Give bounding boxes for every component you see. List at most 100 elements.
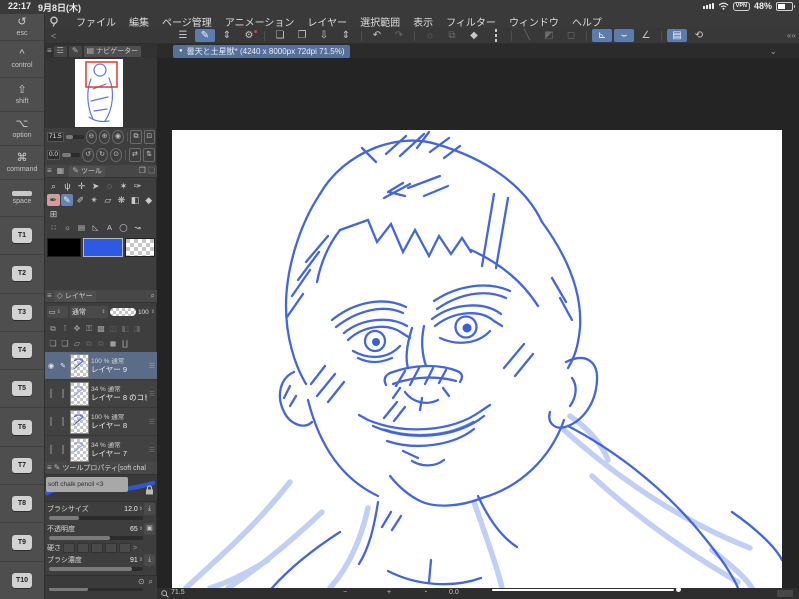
register-initial-icon[interactable]: ⤓ bbox=[144, 503, 155, 515]
fill-tool[interactable]: ◆ bbox=[142, 194, 155, 206]
main-color-swatch[interactable] bbox=[47, 237, 81, 257]
edge-key-t3[interactable]: T3 bbox=[0, 294, 44, 332]
blend-mode-dropdown[interactable]: 通常 ⇕ bbox=[69, 306, 108, 318]
divider-icon[interactable]: ◨ bbox=[131, 322, 143, 335]
layer-menu-icon[interactable]: ☰ bbox=[149, 362, 156, 370]
layer-menu-icon[interactable]: ☰ bbox=[149, 446, 156, 454]
balloon-tool[interactable]: ◯ bbox=[117, 222, 130, 234]
visibility-eye-icon[interactable]: ◉ bbox=[46, 362, 56, 370]
menu-animation[interactable]: アニメーション bbox=[225, 14, 295, 29]
lock-transparent-icon[interactable]: ▩ bbox=[95, 322, 107, 335]
line-correction-tool[interactable]: ↝ bbox=[131, 222, 144, 234]
gradient-tool[interactable]: ◧ bbox=[129, 194, 142, 206]
save-chevrons-icon[interactable]: ⇕ bbox=[336, 29, 356, 42]
copy-icon[interactable]: ⧉ bbox=[442, 29, 462, 42]
density-initial-icon[interactable]: ⤓ bbox=[144, 554, 155, 566]
figure-tool[interactable]: ⊞ bbox=[47, 208, 60, 220]
deselect-icon[interactable]: ╲ bbox=[517, 29, 537, 42]
snap-to-special-ruler-icon[interactable]: ⌣ bbox=[614, 29, 634, 42]
rotate-right-icon[interactable]: ↻ bbox=[96, 148, 109, 162]
opacity-slider[interactable] bbox=[109, 308, 136, 316]
settings-gear-icon[interactable]: ⚙ bbox=[239, 29, 259, 42]
zoom-tool[interactable]: ⌕ bbox=[47, 180, 60, 192]
tab-navigator[interactable]: ▤ ナビゲーター bbox=[83, 45, 142, 57]
subtool-tab-icon[interactable]: ❐ bbox=[139, 166, 146, 176]
processing-icon[interactable]: ☼ bbox=[420, 29, 440, 42]
pen-tool[interactable]: ✒ bbox=[47, 194, 60, 206]
auto-select-tool[interactable]: ✶ bbox=[117, 180, 130, 192]
text-tool[interactable]: A bbox=[103, 222, 116, 234]
navigator-preview[interactable] bbox=[45, 58, 157, 128]
touch-pen-mode-icon[interactable]: ✎ bbox=[195, 29, 215, 42]
hardness-segment[interactable] bbox=[77, 543, 89, 553]
subtool-tab2-icon[interactable]: ❏ bbox=[148, 166, 155, 176]
menu-view[interactable]: 表示 bbox=[413, 14, 433, 29]
object-tool[interactable]: ➤ bbox=[89, 180, 102, 192]
layer-row[interactable]: 100 % 通常 レイヤー 8 ☰ bbox=[45, 408, 157, 436]
visibility-checkbox[interactable] bbox=[50, 389, 52, 398]
zoom-out-button[interactable]: − bbox=[343, 589, 347, 596]
merge-layer-icon[interactable]: ⧉ bbox=[95, 337, 107, 350]
new-vector-layer-icon[interactable]: ❑ bbox=[59, 337, 71, 350]
fit-button[interactable]: ▪ bbox=[425, 589, 427, 595]
reset-rotation-icon[interactable]: ⊙ bbox=[110, 148, 123, 162]
menu-page[interactable]: ページ管理 bbox=[162, 14, 212, 29]
brush-density-slider[interactable] bbox=[49, 567, 143, 571]
edge-key-space[interactable]: space bbox=[0, 180, 44, 217]
opacity-value[interactable]: 100 bbox=[138, 309, 149, 316]
panel-collapse-icon[interactable]: < bbox=[45, 31, 56, 41]
rotate-left-icon[interactable]: ↺ bbox=[82, 148, 95, 162]
reference-layer-icon[interactable]: ⊺ bbox=[59, 322, 71, 335]
visibility-checkbox[interactable] bbox=[50, 445, 52, 454]
menu-file[interactable]: ファイル bbox=[76, 14, 116, 29]
palette-menu-icon[interactable]: ≡ bbox=[47, 291, 52, 301]
fill-bucket-icon[interactable]: ◆ bbox=[464, 29, 484, 42]
document-tab[interactable]: ● 曇天と土星獣* (4240 x 8000px 72dpi 71.5%) bbox=[173, 44, 351, 58]
lock-icon[interactable] bbox=[145, 485, 154, 495]
duplicate-layer-icon[interactable]: ⧉ bbox=[83, 337, 95, 350]
snap-to-ruler-icon[interactable]: ⊾ bbox=[592, 29, 612, 42]
edge-key-esc[interactable]: ↺ esc bbox=[0, 14, 44, 41]
new-document-icon[interactable]: ❏ bbox=[270, 29, 290, 42]
edge-key-t1[interactable]: T1 bbox=[0, 217, 44, 256]
hardness-segment[interactable] bbox=[91, 543, 103, 553]
layer-menu-icon[interactable]: ☰ bbox=[149, 418, 156, 426]
frame-border-tool[interactable]: ∷ bbox=[47, 222, 60, 234]
select-area-icon[interactable] bbox=[486, 29, 506, 42]
zoom-value[interactable]: 71.5 bbox=[47, 132, 64, 142]
zoom-in-icon[interactable]: ⊕ bbox=[98, 130, 111, 144]
combine-mode-dropdown[interactable]: ▭ ⇕ bbox=[47, 306, 68, 318]
zoom-out-icon[interactable]: ⊖ bbox=[85, 130, 97, 144]
undo-icon[interactable]: ↶ bbox=[367, 29, 387, 42]
reference-book-icon[interactable]: ▤ bbox=[667, 29, 687, 42]
sub-color-swatch-selected[interactable] bbox=[83, 237, 123, 257]
transparent-color-swatch[interactable] bbox=[125, 237, 155, 257]
edge-key-t10[interactable]: T10 bbox=[0, 562, 44, 599]
decoration-tool[interactable]: ❋ bbox=[115, 194, 128, 206]
redo-icon[interactable]: ↷ bbox=[389, 29, 409, 42]
brush-size-slider[interactable] bbox=[49, 516, 143, 520]
visibility-checkbox[interactable] bbox=[50, 417, 52, 426]
edge-key-t9[interactable]: T9 bbox=[0, 523, 44, 562]
save-icon[interactable]: ⇩ bbox=[314, 29, 334, 42]
effect-tool[interactable]: ☼ bbox=[61, 222, 74, 234]
selection-border-icon[interactable]: ◻ bbox=[561, 29, 581, 42]
hardness-more-icon[interactable]: > bbox=[133, 545, 137, 552]
palette-menu-icon[interactable]: ≡ bbox=[47, 166, 52, 176]
collapse-toolbar-icon[interactable]: « « bbox=[787, 31, 796, 40]
edge-key-t7[interactable]: T7 bbox=[0, 447, 44, 486]
edge-key-t8[interactable]: T8 bbox=[0, 485, 44, 524]
edge-key-option[interactable]: ⌥ option bbox=[0, 112, 44, 146]
polygon-tool[interactable]: ◺ bbox=[89, 222, 102, 234]
canvas[interactable] bbox=[172, 130, 784, 591]
layer-row[interactable]: 34 % 通常 レイヤー 7 ☰ bbox=[45, 436, 157, 464]
layer-row-selected[interactable]: ◉ ✎ 100 % 通常 レイヤー 9 ☰ bbox=[45, 352, 157, 380]
clip-below-icon[interactable]: ⧉ bbox=[47, 322, 59, 335]
fit-to-screen-icon[interactable]: ◉ bbox=[112, 130, 124, 144]
edit-checkbox[interactable] bbox=[62, 445, 64, 454]
snap-to-grid-icon[interactable]: ∠ bbox=[636, 29, 656, 42]
actual-size-icon[interactable]: ⧉ bbox=[130, 130, 142, 144]
reset-settings-icon[interactable]: ⊙ bbox=[138, 577, 145, 587]
tab-tool[interactable]: ✎ ツール bbox=[69, 165, 105, 177]
delete-layer-icon[interactable]: ∐ bbox=[119, 337, 131, 350]
